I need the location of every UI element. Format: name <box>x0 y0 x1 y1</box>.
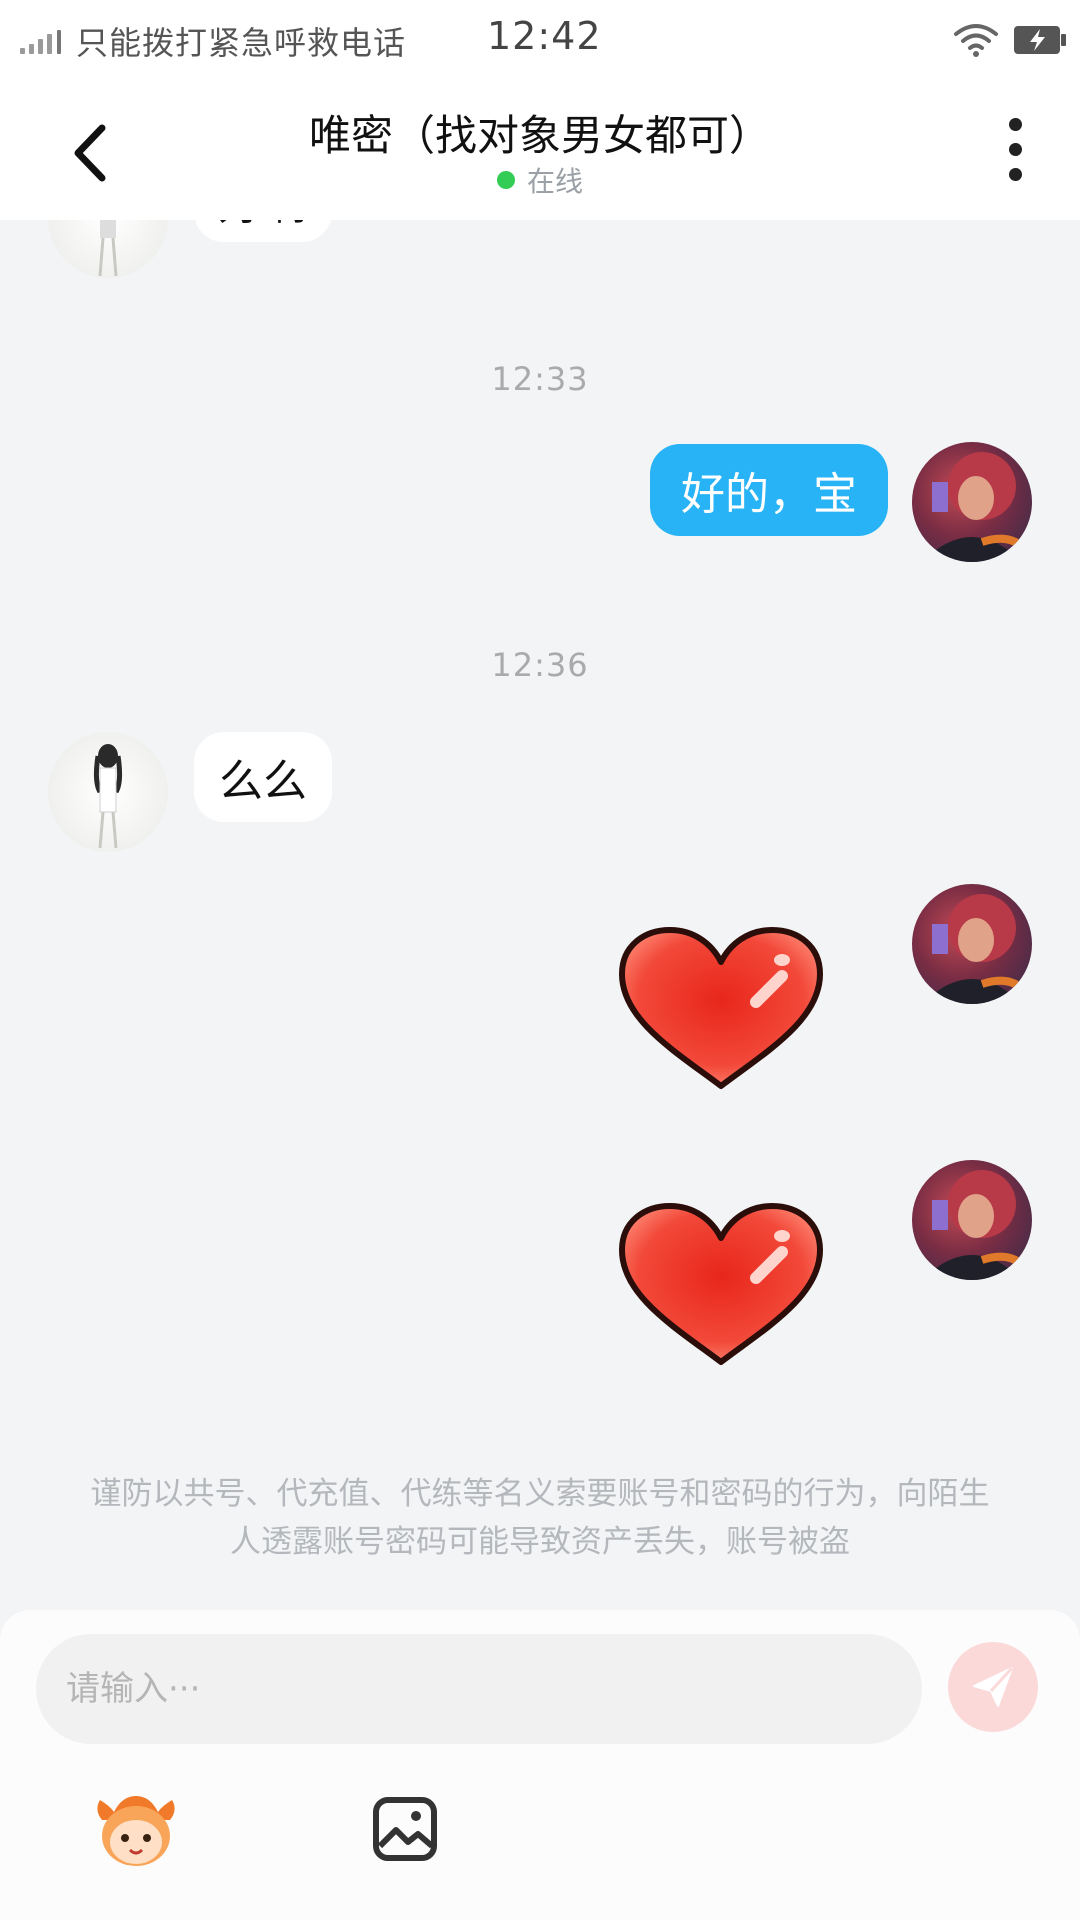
chat-header: 唯密（找对象男女都可） 在线 <box>0 80 1080 220</box>
more-options-button[interactable] <box>998 118 1032 188</box>
emoji-icon[interactable] <box>92 1790 180 1870</box>
message-text: 好啊 <box>219 220 307 232</box>
message-input[interactable] <box>36 1634 922 1744</box>
message-timestamp: 12:36 <box>491 646 589 684</box>
my-avatar[interactable] <box>912 442 1032 562</box>
security-notice: 谨防以共号、代充值、代练等名义索要账号和密码的行为，向陌生人透露账号密码可能导致… <box>90 1476 990 1560</box>
battery-charging-icon <box>1014 26 1066 54</box>
back-button[interactable] <box>62 118 122 188</box>
online-status-label: 在线 <box>526 165 583 198</box>
message-list[interactable]: 好啊 12:33 好的，宝 12:36 么么 <box>0 220 1080 1610</box>
message-text: 么么 <box>219 756 307 807</box>
online-dot-icon <box>496 171 515 189</box>
signal-icon <box>20 28 62 54</box>
online-status: 在线 <box>440 160 640 200</box>
message-bubble-incoming[interactable]: 么么 <box>194 732 332 822</box>
contact-avatar[interactable] <box>48 732 168 852</box>
message-timestamp: 12:33 <box>491 360 589 398</box>
status-bar: 只能拨打紧急呼救电话 12:42 <box>0 0 1080 80</box>
composer-panel <box>0 1610 1080 1920</box>
wifi-icon <box>954 24 998 57</box>
chat-title: 唯密（找对象男女都可） <box>308 111 771 160</box>
send-icon <box>973 1666 1014 1707</box>
heart-sticker[interactable] <box>616 1200 826 1370</box>
my-avatar[interactable] <box>912 884 1032 1004</box>
carrier-text: 只能拨打紧急呼救电话 <box>76 24 407 62</box>
send-button[interactable] <box>948 1642 1038 1732</box>
heart-sticker[interactable] <box>616 924 826 1094</box>
contact-avatar[interactable] <box>48 220 168 278</box>
status-time: 12:42 <box>487 14 602 58</box>
my-avatar[interactable] <box>912 1160 1032 1280</box>
image-icon[interactable] <box>372 1796 438 1862</box>
message-bubble-outgoing[interactable]: 好的，宝 <box>650 444 888 536</box>
message-bubble-incoming[interactable]: 好啊 <box>194 220 332 242</box>
message-text: 好的，宝 <box>681 469 857 520</box>
